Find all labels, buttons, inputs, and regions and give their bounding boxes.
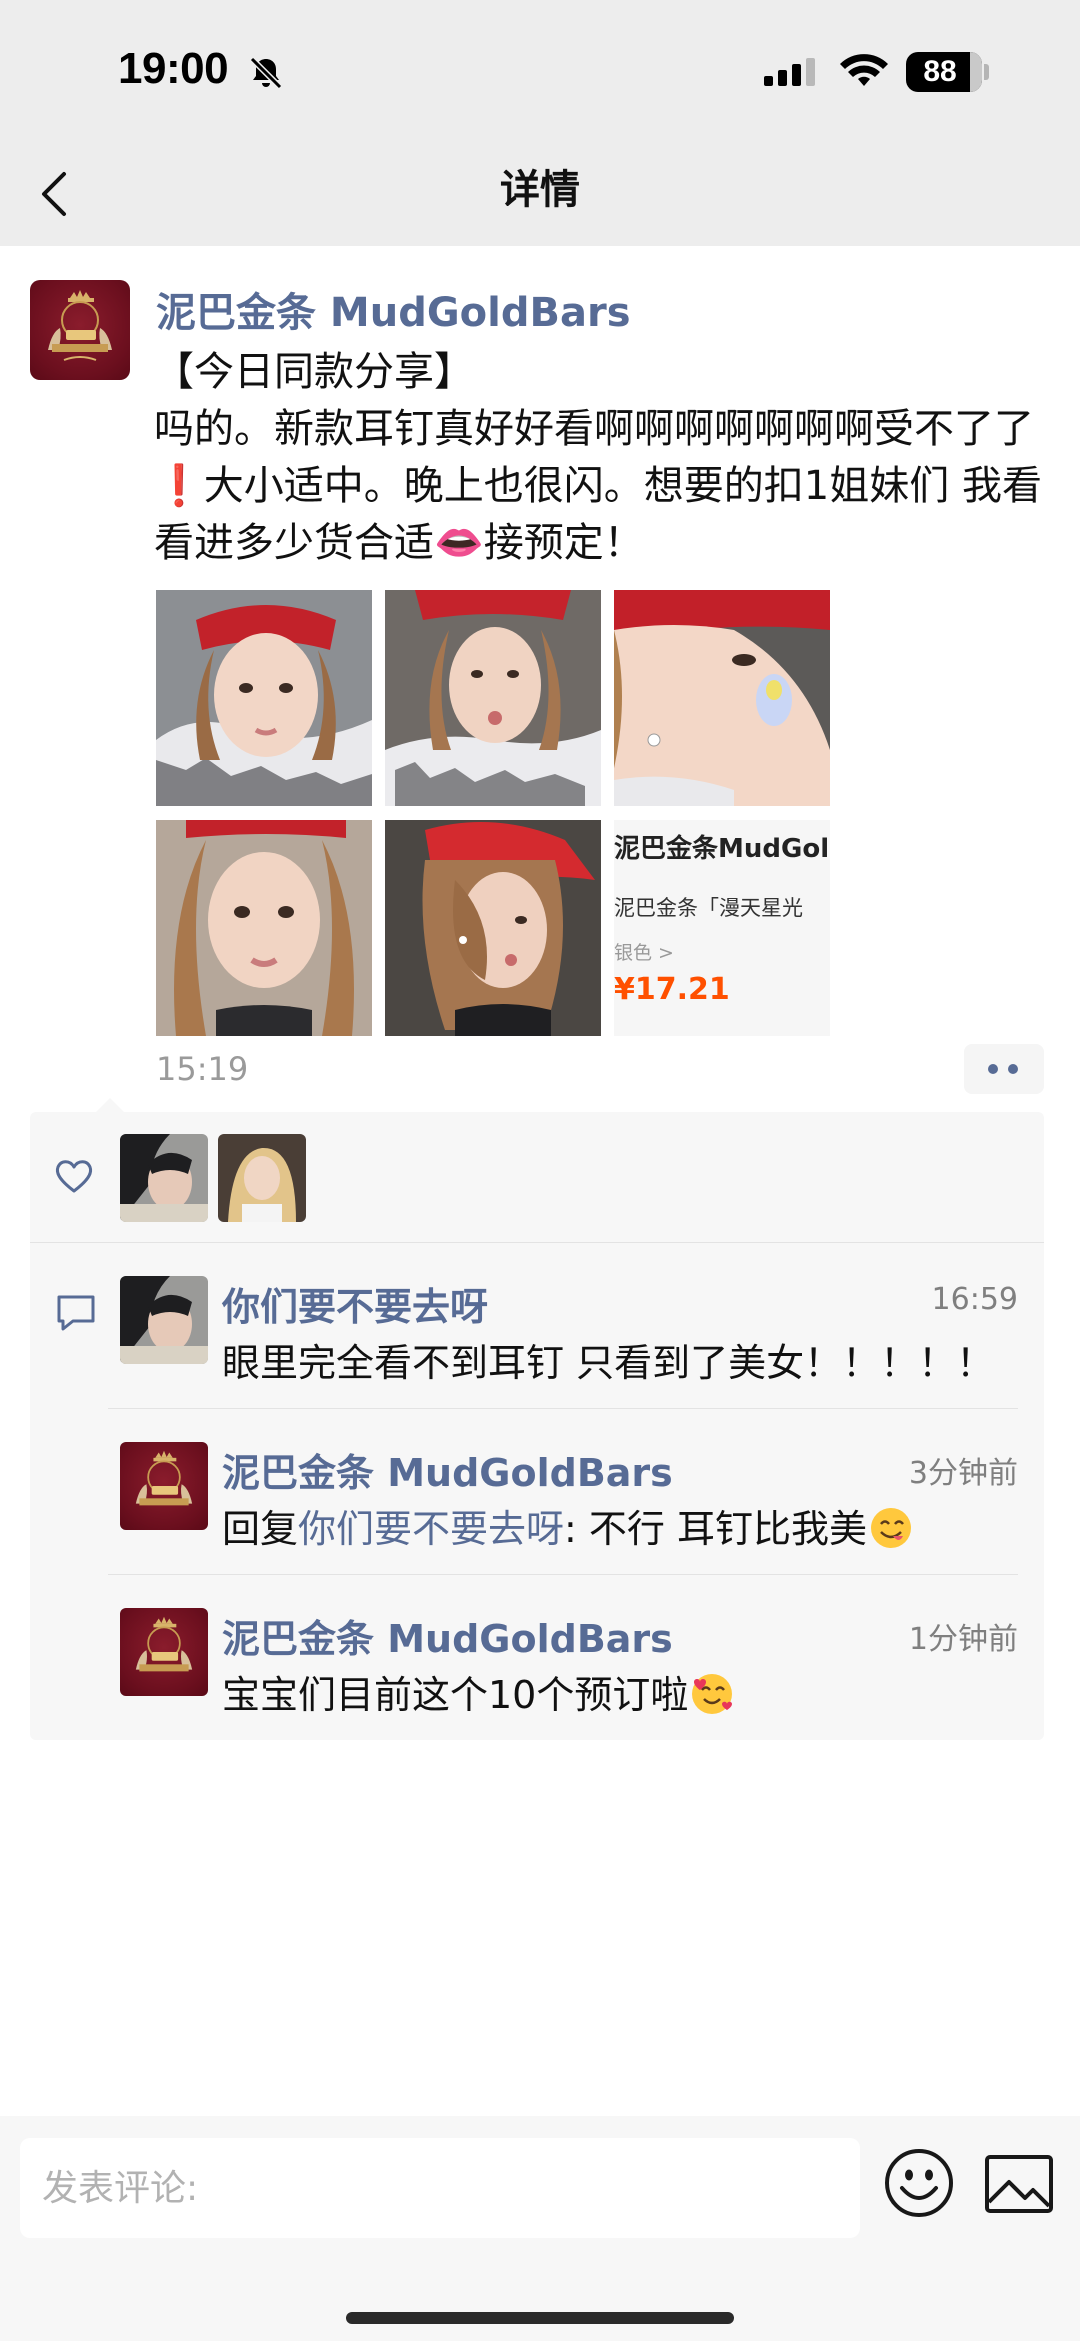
reply-prefix: 回复 — [222, 1507, 299, 1551]
reply-text: : 不行 耳钉比我美 — [564, 1507, 867, 1551]
commenter-avatar[interactable] — [120, 1276, 208, 1364]
page-title: 详情 — [500, 167, 580, 213]
comment-input[interactable] — [20, 2138, 860, 2238]
comment-time: 3分钟前 — [908, 1456, 1018, 1491]
post-photo[interactable] — [156, 590, 372, 806]
commenter-name[interactable]: 你们要不要去呀 — [222, 1276, 488, 1331]
comment-time: 16:59 — [931, 1282, 1018, 1317]
comment-text-body: 宝宝们目前这个10个预订啦 — [222, 1673, 689, 1717]
yum-face-icon — [871, 1508, 911, 1548]
product-card-option: 银色 > — [614, 942, 674, 964]
likes-row — [30, 1112, 1044, 1242]
status-bar: 19:00 88 — [0, 0, 1080, 140]
comment-text: 眼里完全看不到耳钉 只看到了美女！！！！！ — [222, 1341, 995, 1385]
dot-icon — [988, 1064, 998, 1074]
product-card-title: 泥巴金条MudGoldBars — [614, 834, 830, 864]
comment-text: 宝宝们目前这个10个预订啦 — [222, 1664, 734, 1719]
like-avatar[interactable] — [120, 1134, 208, 1222]
more-options-button[interactable] — [964, 1044, 1044, 1094]
heart-outline-icon — [55, 1160, 93, 1193]
commenter-avatar[interactable] — [120, 1442, 208, 1530]
smiley-icon[interactable] — [884, 2148, 954, 2218]
product-card-price: ¥17.21 — [614, 972, 730, 1007]
battery-level: 88 — [923, 55, 957, 88]
post-text: 【今日同款分享】 吗的。新款耳钉真好好看啊啊啊啊啊啊啊受不了了 ❗大小适中。晚上… — [154, 349, 1042, 566]
post-photo[interactable] — [614, 590, 830, 806]
divider — [30, 1242, 1044, 1243]
dot-icon — [1008, 1064, 1018, 1074]
comment-time: 1分钟前 — [908, 1622, 1018, 1657]
home-indicator — [346, 2312, 734, 2324]
divider — [108, 1574, 1018, 1575]
post-author-avatar[interactable] — [30, 280, 130, 380]
commenter-name[interactable]: 泥巴金条 MudGoldBars — [222, 1608, 673, 1663]
divider — [108, 1408, 1018, 1409]
nav-bar: 详情 — [0, 140, 1080, 246]
comment-text: 回复你们要不要去呀: 不行 耳钉比我美 — [222, 1498, 913, 1553]
post-time: 15:19 — [156, 1050, 249, 1088]
photo-grid: 泥巴金条MudGoldBars 泥巴金条「漫天星光 银色 > ¥17.21 — [156, 590, 830, 1036]
comment-item[interactable]: 泥巴金条 MudGoldBars 3分钟前 回复你们要不要去呀: 不行 耳钉比我… — [30, 1428, 1044, 1588]
comment-item[interactable]: 你们要不要去呀 16:59 眼里完全看不到耳钉 只看到了美女！！！！！ — [30, 1262, 1044, 1422]
product-card[interactable]: 泥巴金条MudGoldBars 泥巴金条「漫天星光 银色 > ¥17.21 — [614, 820, 830, 1036]
image-icon[interactable] — [984, 2154, 1054, 2214]
battery-icon: 88 — [906, 52, 982, 92]
status-time: 19:00 — [118, 44, 229, 93]
wifi-icon — [840, 54, 888, 86]
like-avatar[interactable] — [218, 1134, 306, 1222]
reply-to-name[interactable]: 你们要不要去呀 — [298, 1507, 564, 1551]
interaction-panel: 你们要不要去呀 16:59 眼里完全看不到耳钉 只看到了美女！！！！！ 泥巴金条… — [30, 1098, 1044, 1740]
post-photo[interactable] — [385, 820, 601, 1036]
comment-input-bar — [0, 2116, 1080, 2341]
bell-slash-icon — [249, 56, 283, 90]
comment-item[interactable]: 泥巴金条 MudGoldBars 1分钟前 宝宝们目前这个10个预订啦 — [30, 1594, 1044, 1754]
post-photo[interactable] — [385, 590, 601, 806]
smiling-face-with-hearts-icon — [692, 1674, 733, 1714]
product-card-subtitle: 泥巴金条「漫天星光 — [614, 896, 803, 920]
commenter-avatar[interactable] — [120, 1608, 208, 1696]
signal-icon — [764, 58, 815, 86]
post-author-name[interactable]: 泥巴金条 MudGoldBars — [156, 280, 631, 338]
post-photo[interactable] — [156, 820, 372, 1036]
commenter-name[interactable]: 泥巴金条 MudGoldBars — [222, 1442, 673, 1497]
